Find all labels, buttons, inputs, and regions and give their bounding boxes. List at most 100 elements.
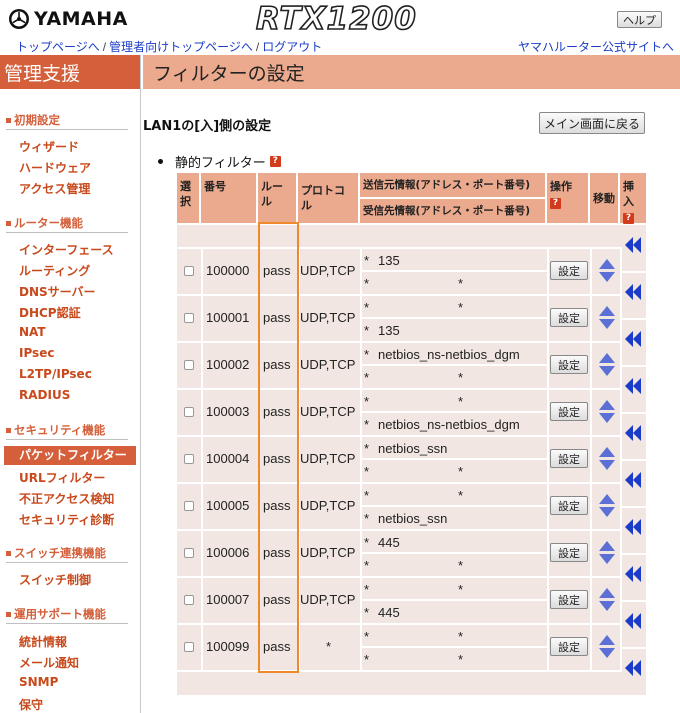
move-arrows[interactable] [599,588,615,612]
set-button[interactable]: 設定 [550,496,588,515]
column-separator [547,247,549,672]
src-port: netbios_ns-netbios_dgm [378,347,520,362]
sidebar-item-security-diagnosis[interactable]: セキュリティ診断 [19,511,114,528]
src-port: netbios_ssn [378,441,448,456]
divider [6,439,128,440]
row-select-checkbox[interactable] [184,642,194,652]
sidebar-item-nat[interactable]: NAT [19,325,46,339]
insert-row-icon[interactable] [625,237,641,253]
sidebar-item-access[interactable]: アクセス管理 [19,180,90,197]
filter-table: 選択 番号 ルール プロトコル 送信元情報(アドレス・ポート番号) 受信先情報(… [177,173,646,695]
move-arrows[interactable] [599,306,615,330]
row-select-checkbox[interactable] [184,313,194,323]
logout-link[interactable]: ログアウト [262,40,322,54]
move-arrows[interactable] [599,400,615,424]
insert-row-icon[interactable] [625,660,641,676]
dst-address: * [364,323,370,338]
set-button[interactable]: 設定 [550,543,588,562]
row-select-checkbox[interactable] [184,501,194,511]
sidebar-section-title: 運用サポート機能 [6,606,106,622]
dst-address: * [364,511,370,526]
row-select-checkbox[interactable] [184,548,194,558]
rule-number: 100004 [206,451,250,466]
row-select-checkbox[interactable] [184,266,194,276]
help-icon[interactable]: ? [550,198,561,209]
sidebar-item-statistics[interactable]: 統計情報 [19,633,67,650]
sidebar-item-mail-notify[interactable]: メール通知 [19,654,79,671]
column-separator [201,247,203,672]
sidebar-item-l2tp[interactable]: L2TP/IPsec [19,367,92,381]
insert-row-icon[interactable] [625,519,641,535]
insert-row-icon[interactable] [625,472,641,488]
insert-row-icon[interactable] [625,425,641,441]
insert-row-icon[interactable] [625,613,641,629]
insert-row-icon[interactable] [625,284,641,300]
move-arrows[interactable] [599,494,615,518]
row-select-checkbox[interactable] [184,595,194,605]
static-filter-heading: 静的フィルター ? [158,152,281,171]
insert-row-icon[interactable] [625,378,641,394]
top-nav: トップページへ / 管理者向けトップページへ / ログアウト ヤマハルーター公式サイトへ [0,38,680,54]
move-arrows[interactable] [599,635,615,659]
cell-divider [360,317,547,319]
move-arrows[interactable] [599,447,615,471]
back-to-main-button[interactable]: メイン画面に戻る [539,112,645,134]
move-down-icon [599,601,615,611]
set-button[interactable]: 設定 [550,308,588,327]
dst-port: * [458,464,464,479]
rule-protocol: UDP,TCP [300,451,356,466]
sidebar-item-intrusion-detection[interactable]: 不正アクセス検知 [19,490,114,507]
help-button[interactable]: ヘルプ [617,11,662,28]
set-button[interactable]: 設定 [550,261,588,280]
help-icon[interactable]: ? [269,156,281,167]
dst-port: * [458,276,464,291]
sidebar-item-radius[interactable]: RADIUS [19,388,70,402]
sidebar-item-interface[interactable]: インターフェース [19,241,114,258]
sidebar-item-snmp[interactable]: SNMP [19,675,58,689]
header-select: 選択 [177,173,201,225]
sidebar-item-dhcp[interactable]: DHCP認証 [19,304,81,321]
sidebar-item-maintenance[interactable]: 保守 [19,696,43,713]
sidebar-item-switch-control[interactable]: スイッチ制御 [19,571,91,588]
sidebar-item-wizard[interactable]: ウィザード [19,138,79,155]
rule-protocol: UDP,TCP [300,404,356,419]
brand-name: YAMAHA [34,8,128,30]
set-button[interactable]: 設定 [550,402,588,421]
row-separator [177,529,620,531]
move-arrows[interactable] [599,259,615,283]
move-arrows[interactable] [599,541,615,565]
src-address: * [364,300,370,315]
official-site-link[interactable]: ヤマハルーター公式サイトへ [518,40,674,54]
move-down-icon [599,554,615,564]
sidebar-item-packet-filter[interactable]: パケットフィルター [4,446,136,465]
sidebar-section-title: セキュリティ機能 [6,422,105,438]
row-select-checkbox[interactable] [184,360,194,370]
rule-protocol: * [326,639,332,654]
top-page-link[interactable]: トップページへ [16,40,100,54]
row-select-checkbox[interactable] [184,407,194,417]
src-port: 445 [378,535,400,550]
sidebar-item-url-filter[interactable]: URLフィルター [19,469,105,486]
sidebar-item-hardware[interactable]: ハードウェア [19,159,91,176]
cell-divider [360,364,547,366]
sidebar-item-dns[interactable]: DNSサーバー [19,283,96,300]
nav-separator: / [102,40,107,54]
dst-address: * [364,464,370,479]
admin-top-link[interactable]: 管理者向けトップページへ [109,40,253,54]
insert-row-icon[interactable] [625,331,641,347]
rule-protocol: UDP,TCP [300,592,356,607]
row-select-checkbox[interactable] [184,454,194,464]
src-address: * [364,535,370,550]
move-arrows[interactable] [599,353,615,377]
set-button[interactable]: 設定 [550,449,588,468]
sidebar-section-title: 初期設定 [6,112,60,128]
sidebar-item-ipsec[interactable]: IPsec [19,346,54,360]
set-button[interactable]: 設定 [550,590,588,609]
static-filter-label: 静的フィルター [175,156,266,171]
help-icon[interactable]: ? [623,213,634,224]
set-button[interactable]: 設定 [550,355,588,374]
insert-row-icon[interactable] [625,566,641,582]
set-button[interactable]: 設定 [550,637,588,656]
sidebar-item-routing[interactable]: ルーティング [19,262,90,279]
insert-separator [620,553,646,555]
